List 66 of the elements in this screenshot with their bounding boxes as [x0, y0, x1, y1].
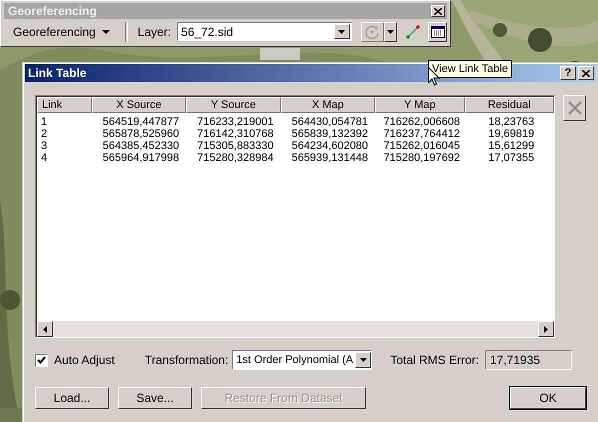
table-cell-text: 565839,132392 [290, 128, 370, 140]
line-with-crosses-icon [404, 24, 421, 40]
caret-icon [360, 358, 367, 362]
layer-dropdown[interactable]: 56_72.sid [177, 22, 352, 41]
table-cell-text: 715280,197692 [382, 152, 462, 164]
close-button[interactable] [431, 5, 445, 17]
table-cell-text: 716262,006608 [382, 116, 462, 128]
delete-link-button[interactable] [563, 95, 586, 121]
table-cell-text: 715305,883330 [196, 140, 275, 152]
auto-adjust-checkbox[interactable]: Auto Adjust [35, 353, 115, 367]
horizontal-scrollbar[interactable] [37, 321, 554, 337]
table-cell-text: 3 [40, 140, 48, 152]
table-cell-text: 15,61299 [487, 140, 536, 152]
column-header[interactable]: Y Map [375, 97, 465, 113]
table-cell-text: 2 [40, 128, 48, 140]
column-header[interactable]: Residual [464, 97, 554, 113]
dialog-button[interactable]: Save... [118, 387, 192, 409]
rotate-icon [364, 24, 380, 40]
dialog-button[interactable]: OK [510, 387, 586, 409]
link-table[interactable] [35, 95, 555, 338]
table-cell-text: 565878,525960 [102, 128, 180, 140]
caret-icon [338, 30, 346, 34]
table-cell-text: 19,69819 [487, 128, 536, 140]
table-cell-text: 17,07355 [487, 152, 536, 164]
table-cell-text: 565964,917998 [102, 152, 180, 164]
table-cell-text: 564385,452330 [102, 140, 180, 152]
close-button[interactable] [578, 66, 594, 80]
dialog-button[interactable]: Load... [35, 387, 109, 409]
tooltip: View Link Table [428, 60, 512, 78]
table-cell-text: 18,23763 [487, 116, 536, 128]
close-icon [582, 70, 590, 76]
table-cell-text: 564234,602080 [290, 140, 370, 152]
rms-error-field: 17,71935 [485, 350, 572, 370]
column-header[interactable]: X Map [280, 97, 376, 113]
table-cell-text: 564430,054781 [290, 116, 370, 128]
dropdown-arrow-button[interactable] [384, 22, 397, 42]
caret-icon [386, 30, 394, 34]
caret-icon [102, 30, 110, 34]
close-icon [434, 8, 442, 14]
layer-label: Layer: [138, 24, 172, 38]
table-cell-text: 716237,764412 [382, 128, 462, 140]
table-cell-text: 1 [40, 116, 48, 128]
delete-icon [566, 100, 582, 116]
left-arrow-icon [43, 326, 47, 332]
table-cell-text: 716142,310768 [196, 128, 275, 140]
dialog-title: Link Table [28, 66, 86, 80]
window-title: Georeferencing [8, 4, 97, 18]
table-icon [430, 26, 445, 38]
table-cell-text: 715280,328984 [196, 152, 275, 164]
column-header[interactable]: Y Source [186, 97, 281, 113]
transformation-dropdown[interactable]: 1st Order Polynomial (A [232, 350, 372, 370]
help-button[interactable]: ? [560, 66, 576, 80]
checkmark-icon [37, 356, 46, 364]
rms-error-label: Total RMS Error: [390, 353, 479, 367]
transformation-label: Transformation: [144, 353, 228, 367]
column-header[interactable]: Link [37, 97, 92, 113]
table-cell-text: 4 [40, 152, 48, 164]
link-table-button[interactable] [428, 22, 447, 42]
table-cell-text: 715262,016045 [382, 140, 462, 152]
table-cell-text: 565939,131448 [290, 152, 370, 164]
column-header[interactable]: X Source [92, 97, 186, 113]
rotate-button[interactable] [360, 22, 384, 42]
table-cell-text: 716233,219001 [196, 116, 275, 128]
table-cell-text: 564519,447877 [102, 116, 180, 128]
right-arrow-icon [544, 326, 548, 332]
georeferencing-menu[interactable]: Georeferencing [8, 22, 115, 40]
